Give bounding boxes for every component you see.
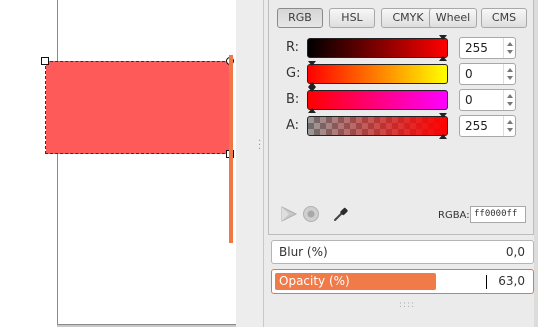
spin-value[interactable]: 255 [465, 41, 488, 55]
slider-marker[interactable] [439, 56, 447, 61]
scrollbar-track[interactable] [534, 0, 538, 327]
cone-gradient-icon[interactable] [280, 205, 298, 223]
opacity-spinner[interactable]: Opacity (%) 63,0 [271, 269, 534, 294]
spin-value[interactable]: 255 [465, 119, 488, 133]
channel-label-r: R: [286, 40, 300, 55]
panel-separator[interactable]: · · · [236, 0, 264, 327]
spin-arrows[interactable] [503, 116, 515, 136]
rgba-label: RGBA: [438, 210, 470, 221]
rgba-input[interactable]: ff0000ff [470, 206, 526, 223]
spin-alpha[interactable]: 255 [459, 115, 516, 137]
spin-arrows[interactable] [503, 64, 515, 84]
resize-grip[interactable]: :::: [399, 300, 415, 310]
slider-marker[interactable] [439, 134, 447, 139]
spin-value[interactable]: 0 [465, 67, 473, 81]
arrow-up-icon[interactable] [507, 94, 513, 98]
arrow-up-icon[interactable] [507, 42, 513, 46]
tab-wheel[interactable]: Wheel [429, 8, 477, 28]
blur-spinner[interactable]: Blur (%) 0,0 [271, 240, 534, 264]
arrow-down-icon[interactable] [507, 50, 513, 54]
channel-label-g: G: [286, 66, 301, 81]
slider-blue[interactable] [307, 87, 448, 113]
selection-handle-top-left[interactable] [41, 57, 49, 65]
dock-grip[interactable]: · · · [258, 137, 261, 155]
opacity-value[interactable]: 63,0 [498, 274, 525, 288]
slider-marker[interactable] [308, 61, 316, 66]
arrow-down-icon[interactable] [507, 128, 513, 132]
spin-arrows[interactable] [503, 90, 515, 110]
channel-label-a: A: [286, 118, 300, 133]
eyedropper-icon[interactable] [332, 205, 350, 223]
selection-bounding-box [45, 61, 230, 154]
drawing-canvas[interactable] [0, 0, 237, 327]
text-caret [486, 275, 487, 289]
slider-red[interactable] [307, 35, 448, 61]
arrow-up-icon[interactable] [507, 68, 513, 72]
arrow-down-icon[interactable] [507, 102, 513, 106]
spin-value[interactable]: 0 [465, 93, 473, 107]
slider-marker[interactable] [308, 108, 316, 113]
channel-label-b: B: [286, 92, 300, 107]
fill-stroke-panel: · · · RGB HSL CMYK Wheel CMS R: 255 G: 0 B… [236, 0, 538, 327]
spin-green[interactable]: 0 [459, 63, 516, 85]
tab-cmyk[interactable]: CMYK [381, 8, 435, 28]
tab-cms[interactable]: CMS [481, 8, 527, 28]
slider-marker[interactable] [439, 35, 447, 40]
tab-rgb[interactable]: RGB [277, 8, 323, 28]
spin-blue[interactable]: 0 [459, 89, 516, 111]
opacity-label: Opacity (%) [279, 274, 350, 288]
tab-hsl[interactable]: HSL [329, 8, 375, 28]
disc-gradient-icon[interactable] [302, 205, 320, 223]
guide-line [229, 55, 233, 243]
slider-marker[interactable] [308, 87, 316, 92]
blur-value[interactable]: 0,0 [506, 245, 525, 259]
slider-marker[interactable] [439, 113, 447, 118]
spin-red[interactable]: 255 [459, 37, 516, 59]
spin-arrows[interactable] [503, 38, 515, 58]
blur-label: Blur (%) [279, 245, 328, 259]
arrow-up-icon[interactable] [507, 120, 513, 124]
slider-alpha[interactable] [307, 113, 448, 139]
page-border [57, 0, 58, 325]
arrow-down-icon[interactable] [507, 76, 513, 80]
slider-green[interactable] [307, 61, 448, 87]
